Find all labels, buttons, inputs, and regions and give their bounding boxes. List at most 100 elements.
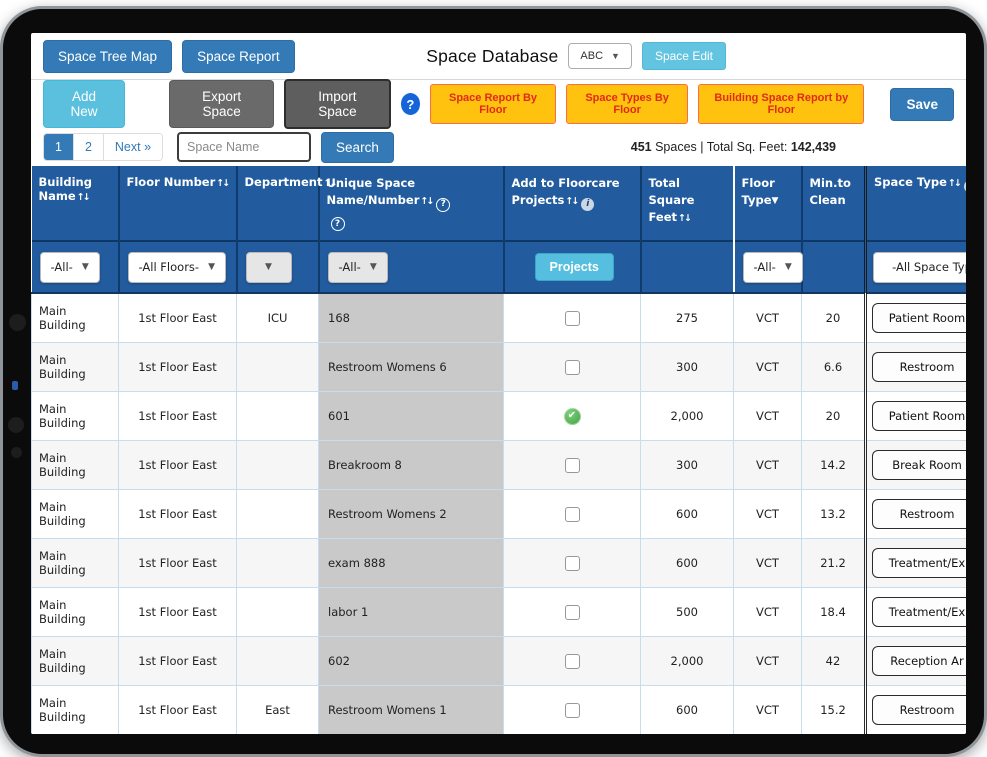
space-type-button[interactable]: Restroom [872,499,966,529]
floorcare-checkbox[interactable] [565,507,580,522]
col-label: Type [742,193,772,207]
page-2-button[interactable]: 2 [74,134,104,160]
cell-min-to-clean: 42 [802,637,866,686]
projects-button[interactable]: Projects [535,253,614,281]
floorcare-checkbox[interactable] [565,311,580,326]
bezel-reflection [12,381,18,390]
col-header-floorcare-projects[interactable]: Add to Floorcare Projects↑↓i [504,166,641,241]
cell-space-type: Restroom [866,490,967,539]
col-header-floor-number[interactable]: Floor Number↑↓ [119,166,237,241]
cell-min-to-clean: 6.6 [802,343,866,392]
search-button[interactable]: Search [321,132,394,163]
chevron-down-icon: ▼ [265,262,272,272]
cell-unique-space-name[interactable]: 602 [319,637,504,686]
cell-unique-space-name[interactable]: Restroom Womens 2 [319,490,504,539]
cell-department [237,490,319,539]
space-type-button[interactable]: Patient Room [872,303,966,333]
cell-space-type: Treatment/Ex [866,539,967,588]
org-select[interactable]: ABC ▼ [568,43,632,69]
col-label: Feet [649,210,678,224]
floorcare-checkbox[interactable] [565,654,580,669]
cell-space-type: Treatment/Ex [866,588,967,637]
cell-min-to-clean: 13.2 [802,490,866,539]
cell-total-square-feet: 600 [641,539,734,588]
col-label: Floor [742,176,775,190]
col-header-min-to-clean[interactable]: Min.to Clean [802,166,866,241]
unique-space-filter-select[interactable]: -All-▼ [328,252,388,283]
cell-department: ICU [237,293,319,343]
help-icon[interactable]: ? [401,93,420,115]
col-header-building-name[interactable]: Building Name↑↓ [32,166,119,241]
space-types-by-floor-button[interactable]: Space Types By Floor [566,84,688,124]
col-label: Add to Floorcare [512,176,620,190]
space-type-button[interactable]: Restroom [872,352,966,382]
table-row: Main Building 1st Floor East Restroom Wo… [32,343,967,392]
space-tree-map-button[interactable]: Space Tree Map [43,40,172,73]
space-type-button[interactable]: Break Room [872,450,966,480]
cell-building-name: Main Building [32,686,119,735]
cell-floor-number: 1st Floor East [119,539,237,588]
cell-floorcare [504,588,641,637]
next-page-button[interactable]: Next » [104,134,162,160]
cell-unique-space-name[interactable]: 601 [319,392,504,441]
cell-floor-type: VCT [734,686,802,735]
col-header-floor-type[interactable]: Floor Type▼ [734,166,802,241]
col-header-unique-space-name[interactable]: Unique Space Name/Number↑↓? ? [319,166,504,241]
table-row: Main Building 1st Floor East Breakroom 8… [32,441,967,490]
help-circle-icon[interactable]: ? [436,198,450,212]
cell-unique-space-name[interactable]: exam 888 [319,539,504,588]
cell-floorcare [504,343,641,392]
space-type-button[interactable]: Reception Ar [872,646,966,676]
space-edit-button[interactable]: Space Edit [642,42,726,70]
stats-middle-text: Spaces | Total Sq. Feet: [652,140,791,154]
cell-unique-space-name[interactable]: Restroom Womens 1 [319,686,504,735]
cell-space-type: Restroom [866,686,967,735]
cell-space-type: Restroom [866,343,967,392]
info-circle-icon[interactable]: i [964,180,966,193]
save-button[interactable]: Save [890,88,954,121]
floor-type-filter-select[interactable]: -All-▼ [743,252,803,283]
page-1-button[interactable]: 1 [44,134,74,160]
col-header-department[interactable]: Department↑↓ [237,166,319,241]
floorcare-checkbox[interactable] [565,556,580,571]
building-space-report-by-floor-button[interactable]: Building Space Report by Floor [698,84,864,124]
col-header-total-square-feet[interactable]: Total Square Feet↑↓ [641,166,734,241]
app-screen: Space Tree Map Space Report Space Databa… [31,33,966,734]
cell-unique-space-name[interactable]: 168 [319,293,504,343]
space-type-button[interactable]: Treatment/Ex [872,597,966,627]
cell-unique-space-name[interactable]: Restroom Womens 6 [319,343,504,392]
space-type-button[interactable]: Treatment/Ex [872,548,966,578]
green-check-icon[interactable]: ✔ [564,408,581,425]
cell-total-square-feet: 600 [641,490,734,539]
cell-floorcare: ✔ [504,392,641,441]
building-filter-select[interactable]: -All-▼ [40,252,100,283]
space-name-input[interactable] [177,132,311,162]
space-type-button[interactable]: Restroom [872,695,966,725]
info-circle-icon[interactable]: i [581,198,594,211]
space-report-button[interactable]: Space Report [182,40,295,73]
cell-floor-number: 1st Floor East [119,343,237,392]
floorcare-checkbox[interactable] [565,703,580,718]
table-row: Main Building 1st Floor East exam 888 60… [32,539,967,588]
col-header-space-type[interactable]: Space Type↑↓i [866,166,967,241]
export-space-button[interactable]: Export Space [169,80,274,128]
cell-department [237,637,319,686]
space-report-by-floor-button[interactable]: Space Report By Floor [430,84,556,124]
space-type-filter-select[interactable]: -All Space Typ [873,252,966,283]
help-circle-icon[interactable]: ? [331,217,345,231]
floor-filter-select[interactable]: -All Floors-▼ [128,252,226,283]
cell-building-name: Main Building [32,490,119,539]
cell-unique-space-name[interactable]: Breakroom 8 [319,441,504,490]
department-filter-select[interactable]: ▼ [246,252,292,283]
floorcare-checkbox[interactable] [565,360,580,375]
spaces-stats: 451 Spaces | Total Sq. Feet: 142,439 [631,140,836,154]
top-header-bar: Space Tree Map Space Report Space Databa… [31,33,966,80]
cell-floorcare [504,490,641,539]
space-type-button[interactable]: Patient Room [872,401,966,431]
import-space-button[interactable]: Import Space [284,79,390,129]
cell-unique-space-name[interactable]: labor 1 [319,588,504,637]
add-new-button[interactable]: Add New [43,80,125,128]
floorcare-checkbox[interactable] [565,458,580,473]
floorcare-checkbox[interactable] [565,605,580,620]
cell-floor-number: 1st Floor East [119,686,237,735]
